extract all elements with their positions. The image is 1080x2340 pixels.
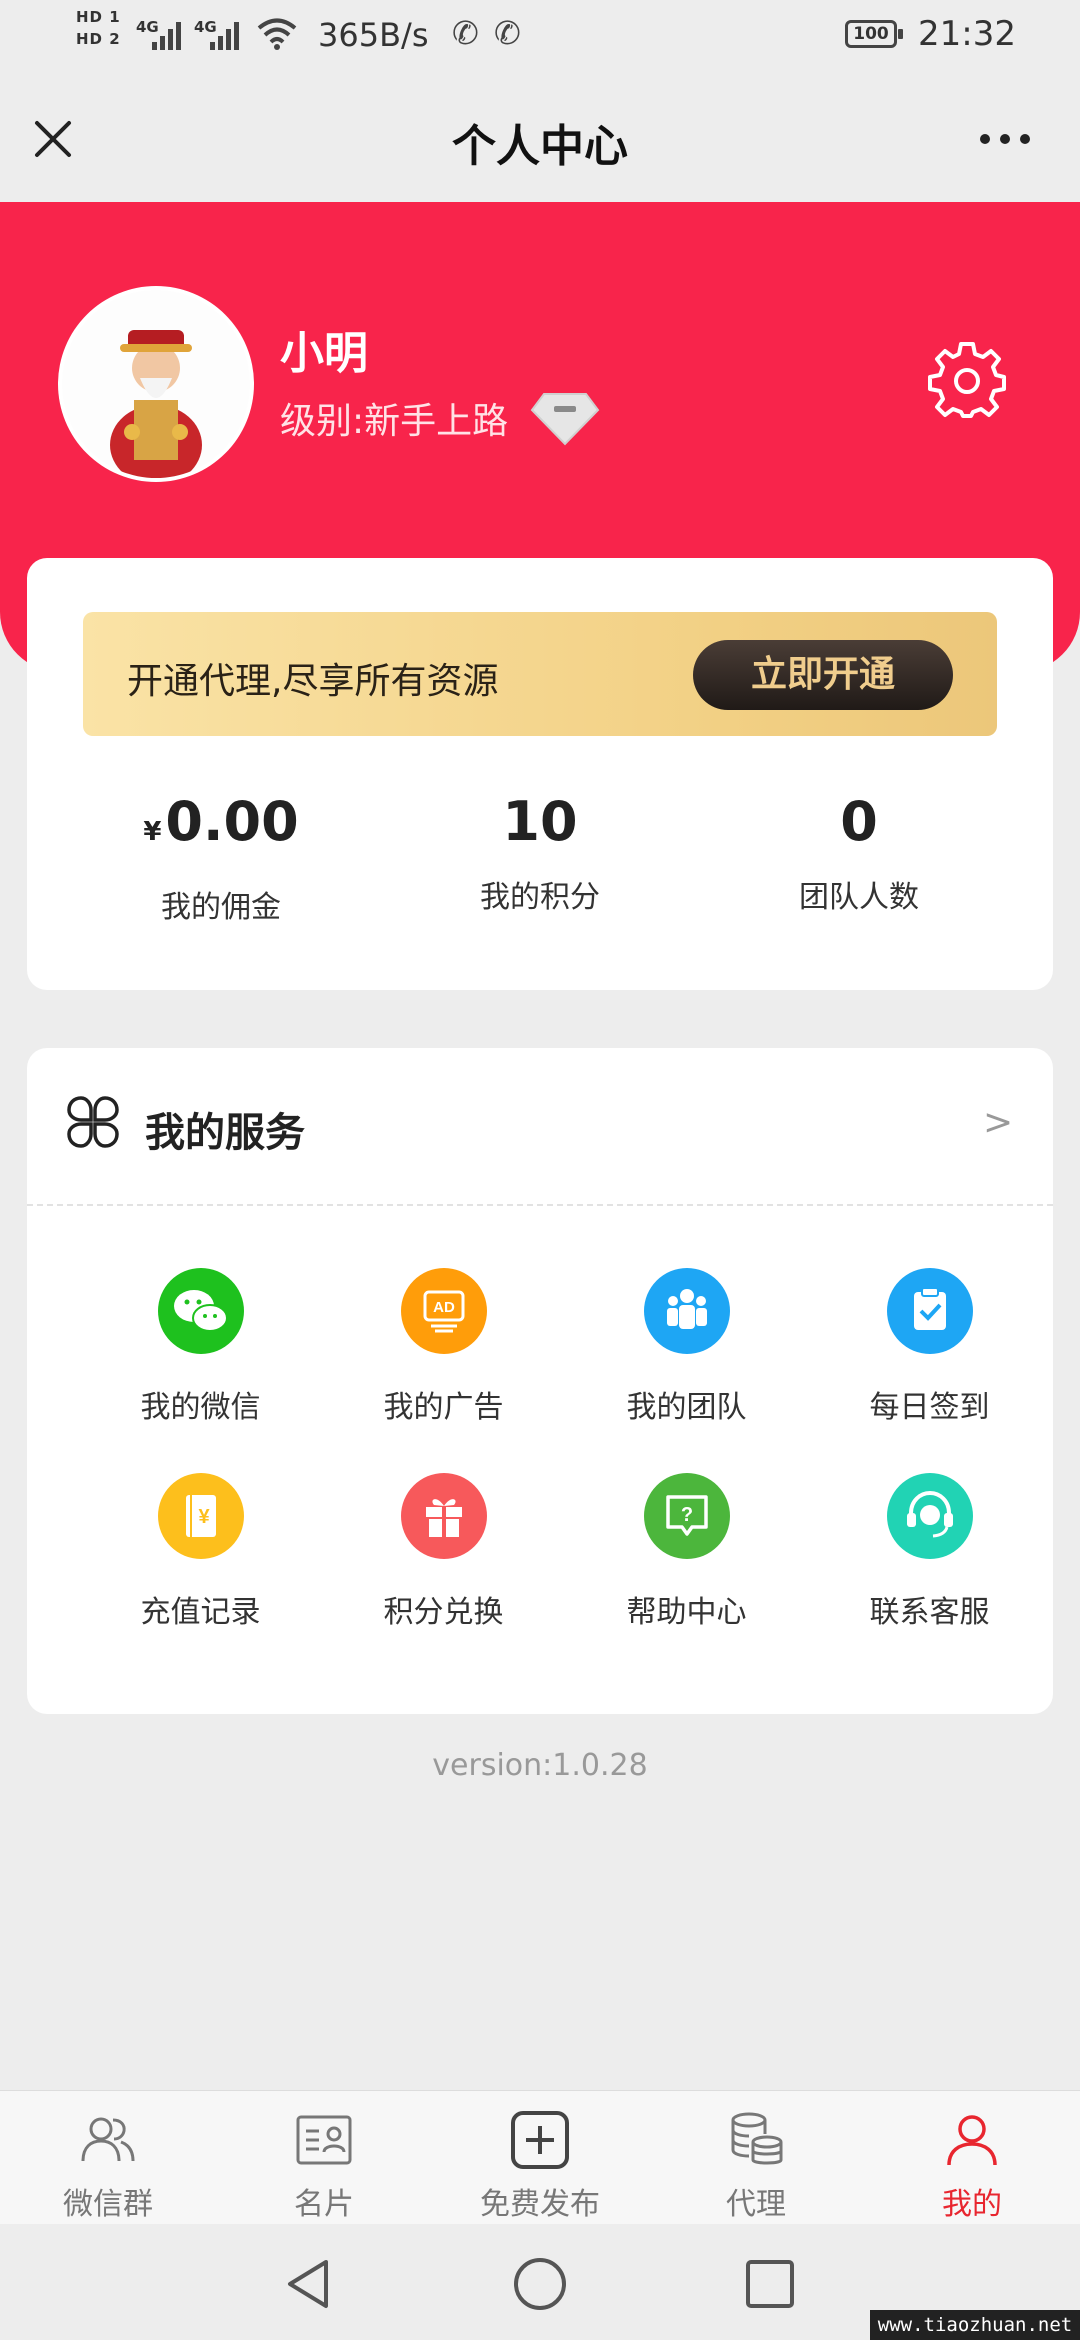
service-help-center[interactable]: ? 帮助中心: [565, 1473, 808, 1653]
tab-label: 代理: [726, 2187, 786, 2222]
hd2-indicator: HD 2: [76, 30, 121, 48]
hd1-indicator: HD 1: [76, 8, 121, 26]
status-bar: HD 1 HD 2 4G 4G 365B/s ✆ ✆ 100 21:32: [0, 0, 1080, 72]
services-card: 我的服务 > 我的微信 AD 我的广告 我的团队 每日签到 ¥ 充值记录 积分兑…: [27, 1048, 1053, 1714]
recents-icon[interactable]: [744, 2258, 796, 2310]
service-label: 积分兑换: [383, 1595, 504, 1630]
service-daily-checkin[interactable]: 每日签到: [808, 1268, 1051, 1448]
service-label: 我的团队: [626, 1390, 747, 1425]
team-icon: [644, 1268, 730, 1354]
tab-label: 名片: [294, 2187, 354, 2222]
battery-indicator: 100: [845, 20, 903, 48]
service-label: 充值记录: [140, 1595, 261, 1630]
home-icon[interactable]: [512, 2256, 568, 2312]
tab-label: 免费发布: [480, 2187, 600, 2222]
service-label: 我的微信: [140, 1390, 261, 1425]
tab-label: 我的: [942, 2187, 1002, 2222]
service-contact-support[interactable]: 联系客服: [808, 1473, 1051, 1653]
tab-business-card[interactable]: 名片: [216, 2091, 432, 2225]
version-text: version:1.0.28: [432, 1748, 648, 1783]
service-my-team[interactable]: 我的团队: [565, 1268, 808, 1448]
hd-call-2-icon: ✆: [494, 14, 521, 52]
team-value: 0: [840, 790, 878, 853]
ad-icon: AD: [401, 1268, 487, 1354]
user-level: 级别:新手上路: [280, 401, 509, 442]
help-icon: ?: [644, 1473, 730, 1559]
avatar[interactable]: [62, 290, 250, 478]
services-grid-icon: [67, 1096, 119, 1148]
watermark: www.tiaozhuan.net: [870, 2310, 1080, 2340]
nav-bar: 个人中心: [0, 72, 1080, 202]
points-label: 我的积分: [480, 880, 600, 915]
team-label: 团队人数: [799, 880, 919, 915]
hd-call-1-icon: ✆: [452, 14, 479, 52]
gift-icon: [401, 1473, 487, 1559]
card-icon: [296, 2115, 352, 2165]
page-title: 个人中心: [452, 121, 628, 172]
users-icon: [81, 2117, 135, 2162]
signal-1-icon: [152, 22, 181, 50]
net-speed: 365B/s: [318, 16, 429, 54]
tab-label: 微信群: [63, 2187, 153, 2222]
service-points-exchange[interactable]: 积分兑换: [322, 1473, 565, 1653]
commission-label: 我的佣金: [161, 890, 281, 925]
service-label: 每日签到: [869, 1390, 990, 1425]
currency-symbol: ¥: [143, 817, 162, 847]
service-my-wechat[interactable]: 我的微信: [79, 1268, 322, 1448]
vip-banner: 开通代理,尽享所有资源 立即开通: [83, 612, 997, 736]
more-icon[interactable]: [970, 108, 1040, 170]
stat-commission[interactable]: ¥0.00 我的佣金: [71, 790, 371, 926]
wifi-icon: [257, 18, 297, 50]
service-my-ads[interactable]: AD 我的广告: [322, 1268, 565, 1448]
services-more-arrow[interactable]: >: [983, 1102, 1013, 1143]
signal-2-icon: [210, 22, 239, 50]
tab-wechat-groups[interactable]: 微信群: [0, 2091, 216, 2225]
stat-points[interactable]: 10 我的积分: [390, 790, 690, 916]
open-agent-button[interactable]: 立即开通: [693, 640, 953, 710]
database-icon: [731, 2112, 783, 2165]
settings-gear-icon[interactable]: [928, 342, 1006, 420]
wechat-icon: [158, 1268, 244, 1354]
service-label: 帮助中心: [626, 1595, 747, 1630]
account-card: 开通代理,尽享所有资源 立即开通 ¥0.00 我的佣金 10 我的积分 0 团队…: [27, 558, 1053, 990]
commission-value: 0.00: [165, 790, 299, 853]
username: 小明: [280, 328, 368, 379]
plus-square-icon: [511, 2111, 569, 2169]
divider: [27, 1204, 1053, 1206]
service-recharge-records[interactable]: ¥ 充值记录: [79, 1473, 322, 1653]
services-title: 我的服务: [145, 1110, 305, 1156]
svg-text:¥: ¥: [198, 1506, 210, 1528]
customer-service-icon: [887, 1473, 973, 1559]
person-icon: [947, 2115, 997, 2166]
clock: 21:32: [918, 14, 1016, 54]
vip-promo-text: 开通代理,尽享所有资源: [127, 661, 499, 702]
svg-text:?: ?: [681, 1504, 693, 1526]
stat-team[interactable]: 0 团队人数: [709, 790, 1009, 916]
service-label: 联系客服: [869, 1595, 990, 1630]
diamond-badge-icon: [530, 393, 600, 446]
recharge-icon: ¥: [158, 1473, 244, 1559]
service-label: 我的广告: [383, 1390, 504, 1425]
tab-agent[interactable]: 代理: [648, 2091, 864, 2225]
svg-text:AD: AD: [433, 1299, 455, 1316]
checkin-icon: [887, 1268, 973, 1354]
tab-free-publish[interactable]: 免费发布: [432, 2091, 648, 2225]
tab-bar: 微信群 名片 免费发布 代理 我的: [0, 2090, 1080, 2224]
tab-mine[interactable]: 我的: [864, 2091, 1080, 2225]
points-value: 10: [502, 790, 578, 853]
back-icon[interactable]: [282, 2256, 334, 2312]
